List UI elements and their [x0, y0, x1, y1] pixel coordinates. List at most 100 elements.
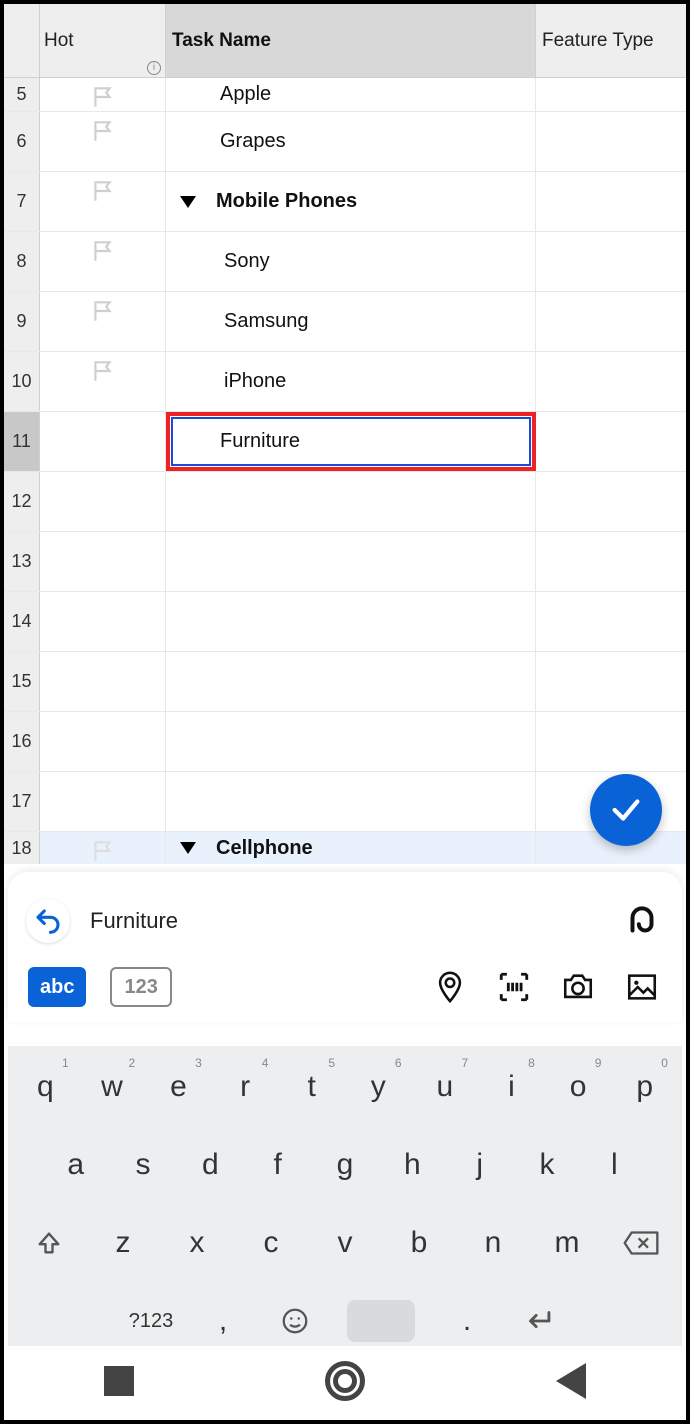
feature-cell[interactable]	[536, 652, 686, 711]
key-p[interactable]: p0	[613, 1058, 676, 1116]
hot-cell[interactable]	[40, 472, 166, 531]
flag-icon[interactable]	[90, 298, 116, 324]
flag-icon[interactable]	[90, 118, 116, 144]
flag-icon[interactable]	[90, 238, 116, 264]
task-cell[interactable]	[166, 592, 536, 651]
expand-icon[interactable]	[180, 842, 196, 854]
table-row[interactable]: 7Mobile Phones	[4, 172, 686, 232]
shift-key[interactable]	[14, 1214, 84, 1272]
key-y[interactable]: y6	[347, 1058, 410, 1116]
hot-cell[interactable]	[40, 712, 166, 771]
key-v[interactable]: v	[310, 1214, 380, 1272]
task-cell[interactable]: Furniture	[166, 412, 536, 471]
hot-cell[interactable]	[40, 172, 166, 231]
camera-button[interactable]	[558, 967, 598, 1007]
input-value[interactable]: Furniture	[90, 908, 620, 934]
key-u[interactable]: u7	[414, 1058, 477, 1116]
info-icon[interactable]: i	[147, 61, 161, 75]
table-row[interactable]: 9Samsung	[4, 292, 686, 352]
flag-icon[interactable]	[90, 84, 116, 110]
key-r[interactable]: r4	[214, 1058, 277, 1116]
hot-cell[interactable]	[40, 532, 166, 591]
hot-cell[interactable]	[40, 832, 166, 864]
feature-cell[interactable]	[536, 712, 686, 771]
task-cell[interactable]	[166, 772, 536, 831]
table-row[interactable]: 13	[4, 532, 686, 592]
location-button[interactable]	[430, 967, 470, 1007]
hot-cell[interactable]	[40, 112, 166, 171]
feature-cell[interactable]	[536, 592, 686, 651]
feature-cell[interactable]	[536, 532, 686, 591]
task-cell[interactable]: Apple	[166, 78, 536, 111]
feature-cell[interactable]	[536, 172, 686, 231]
task-cell[interactable]	[166, 652, 536, 711]
feature-cell[interactable]	[536, 412, 686, 471]
key-d[interactable]: d	[179, 1136, 242, 1194]
key-f[interactable]: f	[246, 1136, 309, 1194]
key-e[interactable]: e3	[147, 1058, 210, 1116]
key-l[interactable]: l	[583, 1136, 646, 1194]
key-k[interactable]: k	[515, 1136, 578, 1194]
task-cell[interactable]: Samsung	[166, 292, 536, 351]
flag-icon[interactable]	[90, 358, 116, 384]
home-button[interactable]	[325, 1361, 365, 1401]
table-row[interactable]: 6Grapes	[4, 112, 686, 172]
table-row[interactable]: 10iPhone	[4, 352, 686, 412]
backspace-key[interactable]	[606, 1214, 676, 1272]
symbols-key[interactable]: ?123	[117, 1292, 185, 1350]
task-cell[interactable]: Sony	[166, 232, 536, 291]
header-task[interactable]: Task Name	[166, 4, 536, 77]
task-cell[interactable]: iPhone	[166, 352, 536, 411]
task-cell[interactable]: Grapes	[166, 112, 536, 171]
key-j[interactable]: j	[448, 1136, 511, 1194]
key-i[interactable]: i8	[480, 1058, 543, 1116]
key-b[interactable]: b	[384, 1214, 454, 1272]
table-row[interactable]: 8Sony	[4, 232, 686, 292]
key-x[interactable]: x	[162, 1214, 232, 1272]
key-w[interactable]: w2	[81, 1058, 144, 1116]
feature-cell[interactable]	[536, 232, 686, 291]
hot-cell[interactable]	[40, 352, 166, 411]
key-o[interactable]: o9	[547, 1058, 610, 1116]
key-z[interactable]: z	[88, 1214, 158, 1272]
table-row[interactable]: 16	[4, 712, 686, 772]
task-cell[interactable]: Cellphone	[166, 832, 536, 864]
hot-cell[interactable]	[40, 292, 166, 351]
expand-icon[interactable]	[180, 196, 196, 208]
back-button[interactable]	[556, 1363, 586, 1399]
confirm-fab[interactable]	[590, 774, 662, 846]
key-c[interactable]: c	[236, 1214, 306, 1272]
task-cell[interactable]	[166, 532, 536, 591]
header-hot[interactable]: Hot i	[40, 4, 166, 77]
table-row[interactable]: 14	[4, 592, 686, 652]
enter-key[interactable]	[505, 1292, 573, 1350]
hot-cell[interactable]	[40, 412, 166, 471]
feature-cell[interactable]	[536, 78, 686, 111]
number-mode-button[interactable]: 123	[110, 967, 171, 1007]
feature-cell[interactable]	[536, 292, 686, 351]
task-cell[interactable]	[166, 712, 536, 771]
key-s[interactable]: s	[111, 1136, 174, 1194]
table-row[interactable]: 5Apple	[4, 78, 686, 112]
image-button[interactable]	[622, 967, 662, 1007]
key-n[interactable]: n	[458, 1214, 528, 1272]
return-button[interactable]	[620, 899, 664, 943]
table-row[interactable]: 17	[4, 772, 686, 832]
key-a[interactable]: a	[44, 1136, 107, 1194]
barcode-button[interactable]	[494, 967, 534, 1007]
feature-cell[interactable]	[536, 352, 686, 411]
header-feature[interactable]: Feature Type	[536, 4, 686, 77]
feature-cell[interactable]	[536, 472, 686, 531]
table-row[interactable]: 18 Cellphone	[4, 832, 686, 864]
hot-cell[interactable]	[40, 772, 166, 831]
task-cell[interactable]: Mobile Phones	[166, 172, 536, 231]
comma-key[interactable]: ,	[189, 1292, 257, 1350]
overview-button[interactable]	[104, 1366, 134, 1396]
feature-cell[interactable]	[536, 112, 686, 171]
key-g[interactable]: g	[313, 1136, 376, 1194]
table-row[interactable]: 12	[4, 472, 686, 532]
period-key[interactable]: .	[433, 1292, 501, 1350]
key-m[interactable]: m	[532, 1214, 602, 1272]
flag-icon[interactable]	[90, 838, 116, 864]
space-key[interactable]	[347, 1300, 415, 1342]
